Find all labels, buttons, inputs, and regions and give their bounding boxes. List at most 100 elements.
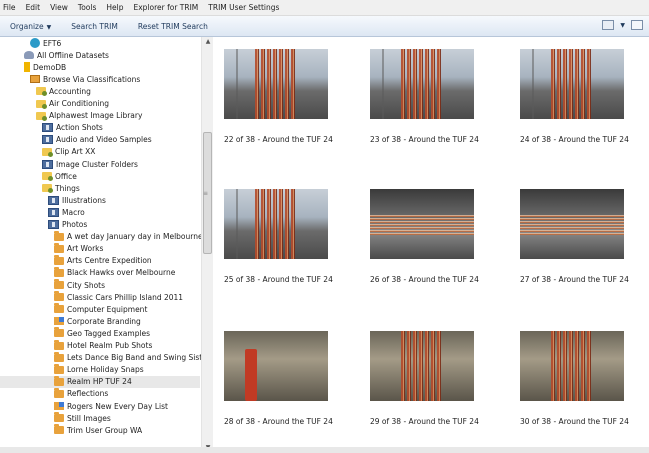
thumbnail-caption: 25 of 38 - Around the TUF 24 [224,275,333,284]
tree-node[interactable]: Corporate Branding [54,315,141,327]
folder-icon [54,254,64,265]
category-icon [48,207,59,217]
menu-item[interactable]: Edit [26,3,41,12]
scroll-up-icon[interactable]: ▲ [202,37,214,47]
reset-trim-search-button[interactable]: Reset TRIM Search [138,22,208,31]
folder-icon [54,387,64,398]
folder-icon [54,303,64,314]
classification-folder-icon [42,172,53,182]
tree-node[interactable]: Browse Via Classifications [30,73,140,85]
thumbnail-image[interactable] [370,49,474,119]
tree-node[interactable]: Lorne Holiday Snaps [54,363,144,376]
tree-node[interactable]: Classic Cars Phillip Island 2011 [54,291,183,303]
tree-node-label: Image Cluster Folders [56,159,138,169]
tree-node[interactable]: Office [42,170,77,182]
thumbnail-caption: 22 of 38 - Around the TUF 24 [224,135,333,144]
preview-pane-icon[interactable] [631,20,643,30]
folder-icon [54,291,64,302]
tree-node-label: Computer Equipment [67,304,148,314]
thumbnail-image[interactable] [520,189,624,259]
thumbnail-image[interactable] [370,331,474,401]
folder-icon [54,242,64,253]
tree-scrollbar[interactable]: ▲ ▼ [201,37,213,453]
tree-node[interactable]: Photos [48,219,87,231]
folder-icon [54,279,64,289]
menu-item[interactable]: TRIM User Settings [208,3,279,12]
tree-node-label: Accounting [49,86,91,96]
tree-node[interactable]: Black Hawks over Melbourne [54,266,176,279]
tree-node[interactable]: Trim User Group WA [54,424,142,436]
search-trim-button[interactable]: Search TRIM [71,22,118,31]
tree-node[interactable]: Reflections [54,387,108,400]
category-icon [48,195,59,205]
tree-node[interactable]: Hotel Realm Pub Shots [54,339,152,352]
tree-node[interactable]: Clip Art XX [42,146,95,158]
tree-node-label: Things [55,183,80,193]
tree-node[interactable]: Arts Centre Expedition [54,254,152,267]
tree-node[interactable]: Lets Dance Big Band and Swing Sisters [54,351,201,364]
category-icon [48,220,59,229]
thumbnail-caption: 28 of 38 - Around the TUF 24 [224,417,333,426]
tree-node[interactable]: A wet day January day in Melbourne 2011 [54,230,201,243]
view-controls: ▼ [602,20,643,30]
tree-node-label: Arts Centre Expedition [67,256,152,266]
menu-item[interactable]: Tools [78,3,96,12]
tree-node[interactable]: Still Images [54,412,111,424]
folder-icon [54,327,64,338]
tree-node-label: Lets Dance Big Band and Swing Sisters [67,353,201,363]
tree-node-label: City Shots [67,280,106,290]
menu-item[interactable]: File [3,3,16,12]
category-icon [42,159,53,169]
chevron-down-icon: ▼ [46,23,52,31]
tree-node[interactable]: Art Works [54,242,103,255]
thumbnail-image[interactable] [370,189,474,259]
folder-icon [54,339,64,350]
tree-node[interactable]: Macro [48,206,85,218]
tree-node-label: Rogers New Every Day List [67,401,168,411]
tree-node-label: DemoDB [33,62,67,72]
tree-node[interactable]: Air Conditioning [36,98,109,110]
category-icon [42,135,53,145]
tree-node[interactable]: DemoDB [24,61,66,73]
tree-node-label: Still Images [67,413,111,423]
thumbnail-image[interactable] [224,331,328,401]
menu-item[interactable]: View [50,3,68,12]
tree-node-label: Classic Cars Phillip Island 2011 [67,292,184,302]
folder-icon [54,424,64,435]
splitter-grip-icon[interactable]: ≡ [203,190,208,197]
tree-node-label: Alphawest Image Library [49,111,143,121]
organize-button[interactable]: Organize ▼ [10,22,51,31]
menu-item[interactable]: Help [106,3,123,12]
tree-node[interactable]: All Offline Datasets [24,49,109,61]
tree-node[interactable]: Realm HP TUF 24 [0,375,200,388]
thumbnail-image[interactable] [224,49,328,119]
tree-node-label: Black Hawks over Melbourne [67,268,176,278]
thumbnail-image[interactable] [520,49,624,119]
thumbnail-image[interactable] [520,331,624,401]
tree-node[interactable]: Geo Tagged Examples [54,327,150,339]
folder-icon [54,230,64,241]
menu-item[interactable]: Explorer for TRIM [134,3,199,12]
tree-node[interactable]: Accounting [36,85,91,97]
tree-node[interactable]: Things [42,182,80,194]
tree-node[interactable]: Audio and Video Samples [42,134,152,146]
tree-node[interactable]: Alphawest Image Library [36,110,142,122]
thumbnail-caption: 27 of 38 - Around the TUF 24 [520,275,629,284]
shared-folder-icon [54,402,64,410]
tree-node[interactable]: Illustrations [48,194,106,206]
tree-node[interactable]: Image Cluster Folders [42,158,138,170]
change-view-icon[interactable] [602,20,615,30]
tree-node-label: Macro [62,207,85,217]
tree-node[interactable]: Rogers New Every Day List [54,400,168,412]
tree-node[interactable]: EFT6 [30,37,61,49]
toolbar: Organize ▼ Search TRIM Reset TRIM Search … [0,16,649,37]
thumbnail-image[interactable] [224,189,328,259]
tree-node-label: Action Shots [56,123,103,133]
tree-node[interactable]: City Shots [54,279,105,291]
tree-node-label: Realm HP TUF 24 [67,377,132,387]
tree-node[interactable]: Action Shots [42,122,103,134]
view-dropdown-icon[interactable]: ▼ [620,22,625,29]
tree-node-label: A wet day January day in Melbourne 2011 [67,232,201,242]
tree-node[interactable]: Computer Equipment [54,303,147,315]
people-icon [24,51,34,60]
